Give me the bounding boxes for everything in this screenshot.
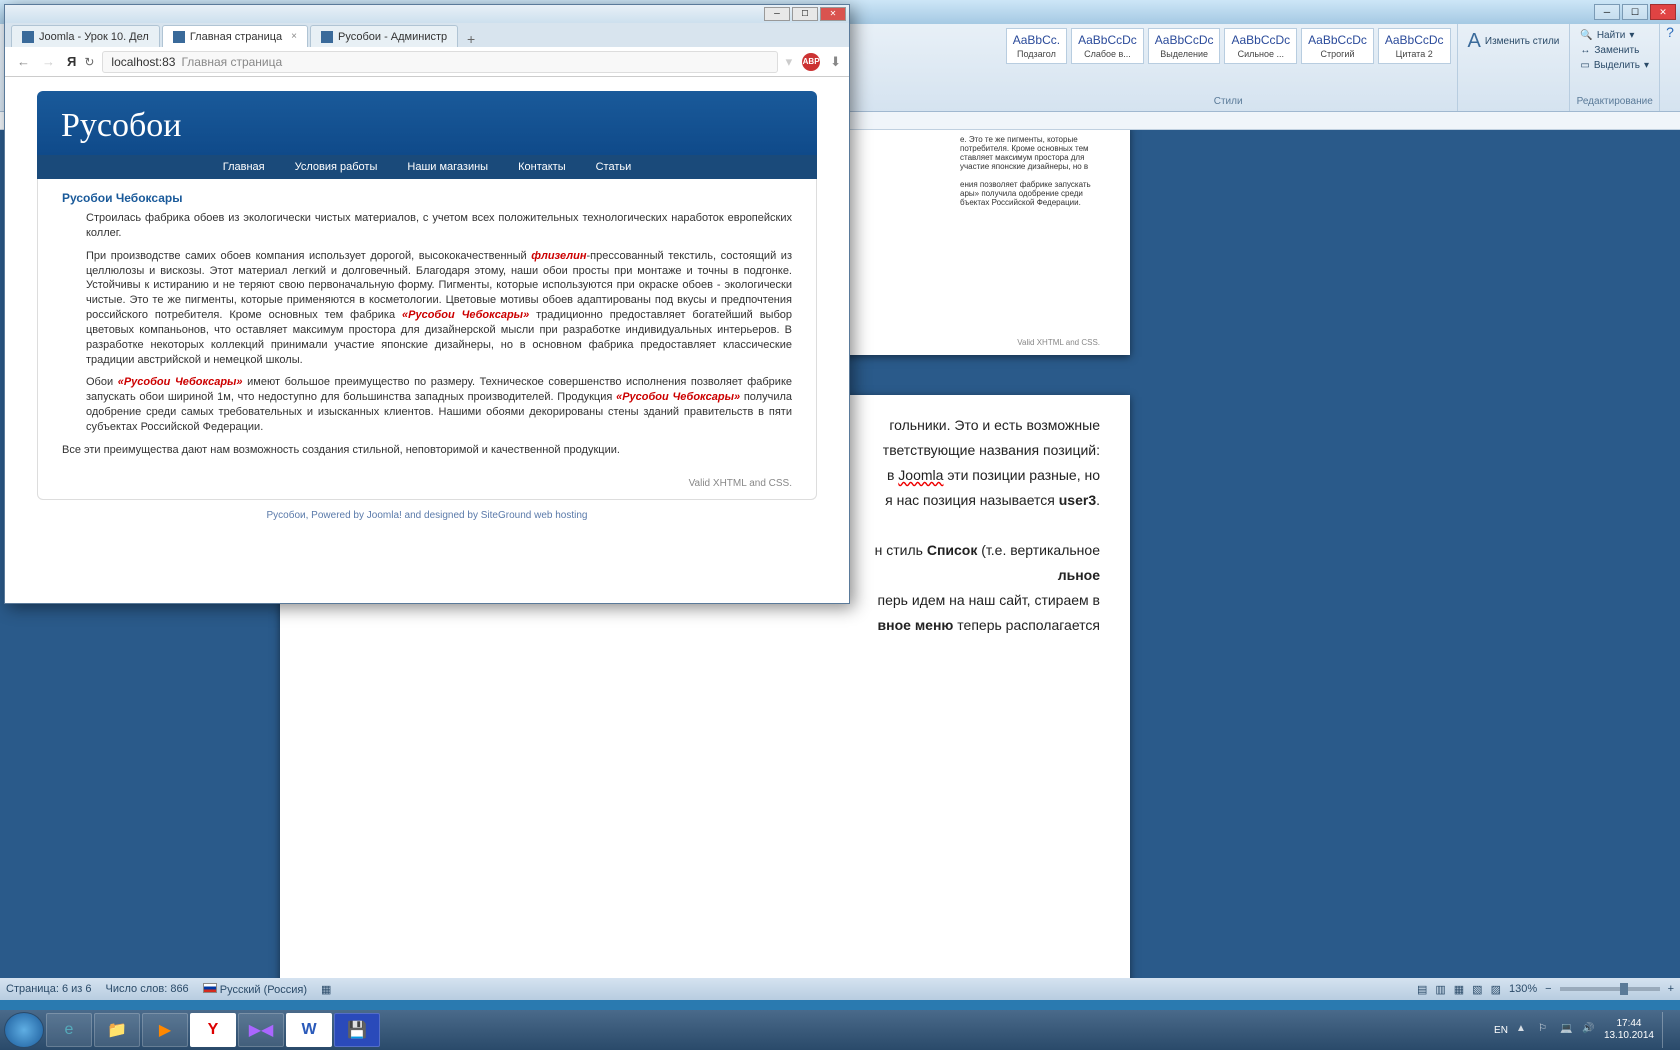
article-heading: Русобои Чебоксары — [62, 191, 792, 205]
tray-action-icon[interactable]: ⚐ — [1538, 1023, 1552, 1037]
nav-link[interactable]: Статьи — [596, 161, 632, 173]
browser-max-button[interactable]: ☐ — [792, 7, 818, 21]
tab-favicon — [321, 31, 333, 43]
styles-group: AaBbCc.ПодзаголAaBbCcDcСлабое в...AaBbCc… — [1000, 24, 1458, 111]
article-p4: Все эти преимущества дают нам возможност… — [62, 443, 792, 458]
select-button[interactable]: ▭ Выделить ▾ — [1576, 58, 1653, 73]
tray-flag-icon[interactable]: ▲ — [1516, 1023, 1530, 1037]
style-item[interactable]: AaBbCc.Подзагол — [1006, 28, 1067, 64]
styles-group-label: Стили — [1006, 96, 1451, 107]
tray-lang[interactable]: EN — [1494, 1025, 1508, 1036]
new-tab-button[interactable]: + — [460, 31, 482, 47]
style-item[interactable]: AaBbCcDcСильное ... — [1224, 28, 1297, 64]
browser-tab[interactable]: Русобои - Администр — [310, 25, 458, 47]
start-button[interactable] — [4, 1012, 44, 1048]
zoom-value[interactable]: 130% — [1509, 983, 1537, 995]
nav-link[interactable]: Условия работы — [295, 161, 378, 173]
word-count[interactable]: Число слов: 866 — [106, 983, 189, 995]
style-item[interactable]: AaBbCcDcЦитата 2 — [1378, 28, 1451, 64]
site-title: Русобои — [61, 107, 793, 145]
view-draft-icon[interactable]: ▨ — [1491, 983, 1501, 996]
nav-link[interactable]: Главная — [223, 161, 265, 173]
lang-indicator[interactable]: Русский (Россия) — [203, 983, 307, 996]
site-body: Русобои Чебоксары Строилась фабрика обое… — [37, 179, 817, 500]
task-word[interactable]: W — [286, 1013, 332, 1047]
style-item[interactable]: AaBbCcDcСтрогий — [1301, 28, 1374, 64]
editing-group: 🔍 Найти ▾ ↔ Заменить ▭ Выделить ▾ Редакт… — [1570, 24, 1660, 111]
nav-link[interactable]: Наши магазины — [407, 161, 488, 173]
view-reading-icon[interactable]: ▥ — [1435, 983, 1445, 996]
word-max-button[interactable]: ☐ — [1622, 4, 1648, 20]
word-statusbar: Страница: 6 из 6 Число слов: 866 Русский… — [0, 978, 1680, 1000]
task-explorer[interactable]: 📁 — [94, 1013, 140, 1047]
tab-favicon — [173, 31, 185, 43]
browser-titlebar: ─ ☐ ✕ — [5, 5, 849, 23]
task-yandex[interactable]: Y — [190, 1013, 236, 1047]
view-outline-icon[interactable]: ▧ — [1472, 983, 1482, 996]
download-icon[interactable]: ⬇ — [830, 54, 841, 70]
site-header: Русобои — [37, 91, 817, 155]
browser-tab[interactable]: Главная страница× — [162, 25, 308, 47]
browser-min-button[interactable]: ─ — [764, 7, 790, 21]
task-save[interactable]: 💾 — [334, 1013, 380, 1047]
browser-tab[interactable]: Joomla - Урок 10. Дел — [11, 25, 160, 47]
editing-group-label: Редактирование — [1576, 96, 1653, 107]
article-p3: Обои «Русобои Чебоксары» имеют большое п… — [62, 375, 792, 434]
replace-button[interactable]: ↔ Заменить — [1576, 43, 1653, 58]
tray-sound-icon[interactable]: 🔊 — [1582, 1023, 1596, 1037]
address-field[interactable]: localhost:83 Главная страница — [102, 51, 777, 73]
macro-icon[interactable]: ▦ — [321, 983, 331, 996]
valid-footer: Valid XHTML and CSS. — [62, 478, 792, 489]
nav-forward-icon: → — [38, 52, 59, 71]
zoom-in[interactable]: + — [1668, 983, 1674, 995]
task-ie[interactable]: e — [46, 1013, 92, 1047]
task-app1[interactable]: ▶◀ — [238, 1013, 284, 1047]
zoom-slider[interactable] — [1560, 987, 1660, 991]
page1-footer: Valid XHTML and CSS. — [1017, 338, 1100, 347]
tray-clock[interactable]: 17:44 13.10.2014 — [1604, 1018, 1654, 1042]
nav-link[interactable]: Контакты — [518, 161, 566, 173]
style-item[interactable]: AaBbCcDcСлабое в... — [1071, 28, 1144, 64]
browser-window: ─ ☐ ✕ Joomla - Урок 10. ДелГлавная стран… — [4, 4, 850, 604]
show-desktop[interactable] — [1662, 1012, 1670, 1048]
article-p1: Строилась фабрика обоев из экологически … — [62, 211, 792, 241]
help-icon[interactable]: ? — [1660, 24, 1680, 111]
task-media[interactable]: ▶ — [142, 1013, 188, 1047]
zoom-out[interactable]: − — [1545, 983, 1551, 995]
site-nav: Главная Условия работы Наши магазины Контак… — [37, 155, 817, 179]
yandex-logo[interactable]: Я — [67, 54, 76, 69]
tab-favicon — [22, 31, 34, 43]
page-indicator[interactable]: Страница: 6 из 6 — [6, 983, 92, 995]
reload-icon[interactable]: ↻ — [84, 55, 94, 69]
bookmark-icon[interactable]: ▾ — [786, 54, 793, 70]
article-p2: При производстве самих обоев компания ис… — [62, 249, 792, 368]
word-close-button[interactable]: ✕ — [1650, 4, 1676, 20]
browser-tabs: Joomla - Урок 10. ДелГлавная страница×Ру… — [5, 23, 849, 47]
find-button[interactable]: 🔍 Найти ▾ — [1576, 28, 1653, 43]
address-bar: ← → Я ↻ localhost:83 Главная страница ▾ … — [5, 47, 849, 77]
browser-viewport: Русобои Главная Условия работы Наши магази… — [5, 77, 849, 603]
view-web-icon[interactable]: ▦ — [1454, 983, 1464, 996]
view-print-icon[interactable]: ▤ — [1417, 983, 1427, 996]
word-min-button[interactable]: ─ — [1594, 4, 1620, 20]
abp-icon[interactable]: ABP — [802, 53, 820, 71]
tray-network-icon[interactable]: 💻 — [1560, 1023, 1574, 1037]
change-styles-button[interactable]: A Изменить стили — [1464, 28, 1564, 55]
style-item[interactable]: AaBbCcDcВыделение — [1148, 28, 1221, 64]
browser-close-button[interactable]: ✕ — [820, 7, 846, 21]
change-styles-group: A Изменить стили — [1458, 24, 1571, 111]
site-credit: Русобои, Powered by Joomla! and designed… — [37, 510, 817, 521]
nav-back-icon[interactable]: ← — [13, 52, 34, 71]
taskbar: e 📁 ▶ Y ▶◀ W 💾 EN ▲ ⚐ 💻 🔊 17:44 13.10.20… — [0, 1010, 1680, 1050]
tab-close-icon[interactable]: × — [291, 31, 297, 42]
